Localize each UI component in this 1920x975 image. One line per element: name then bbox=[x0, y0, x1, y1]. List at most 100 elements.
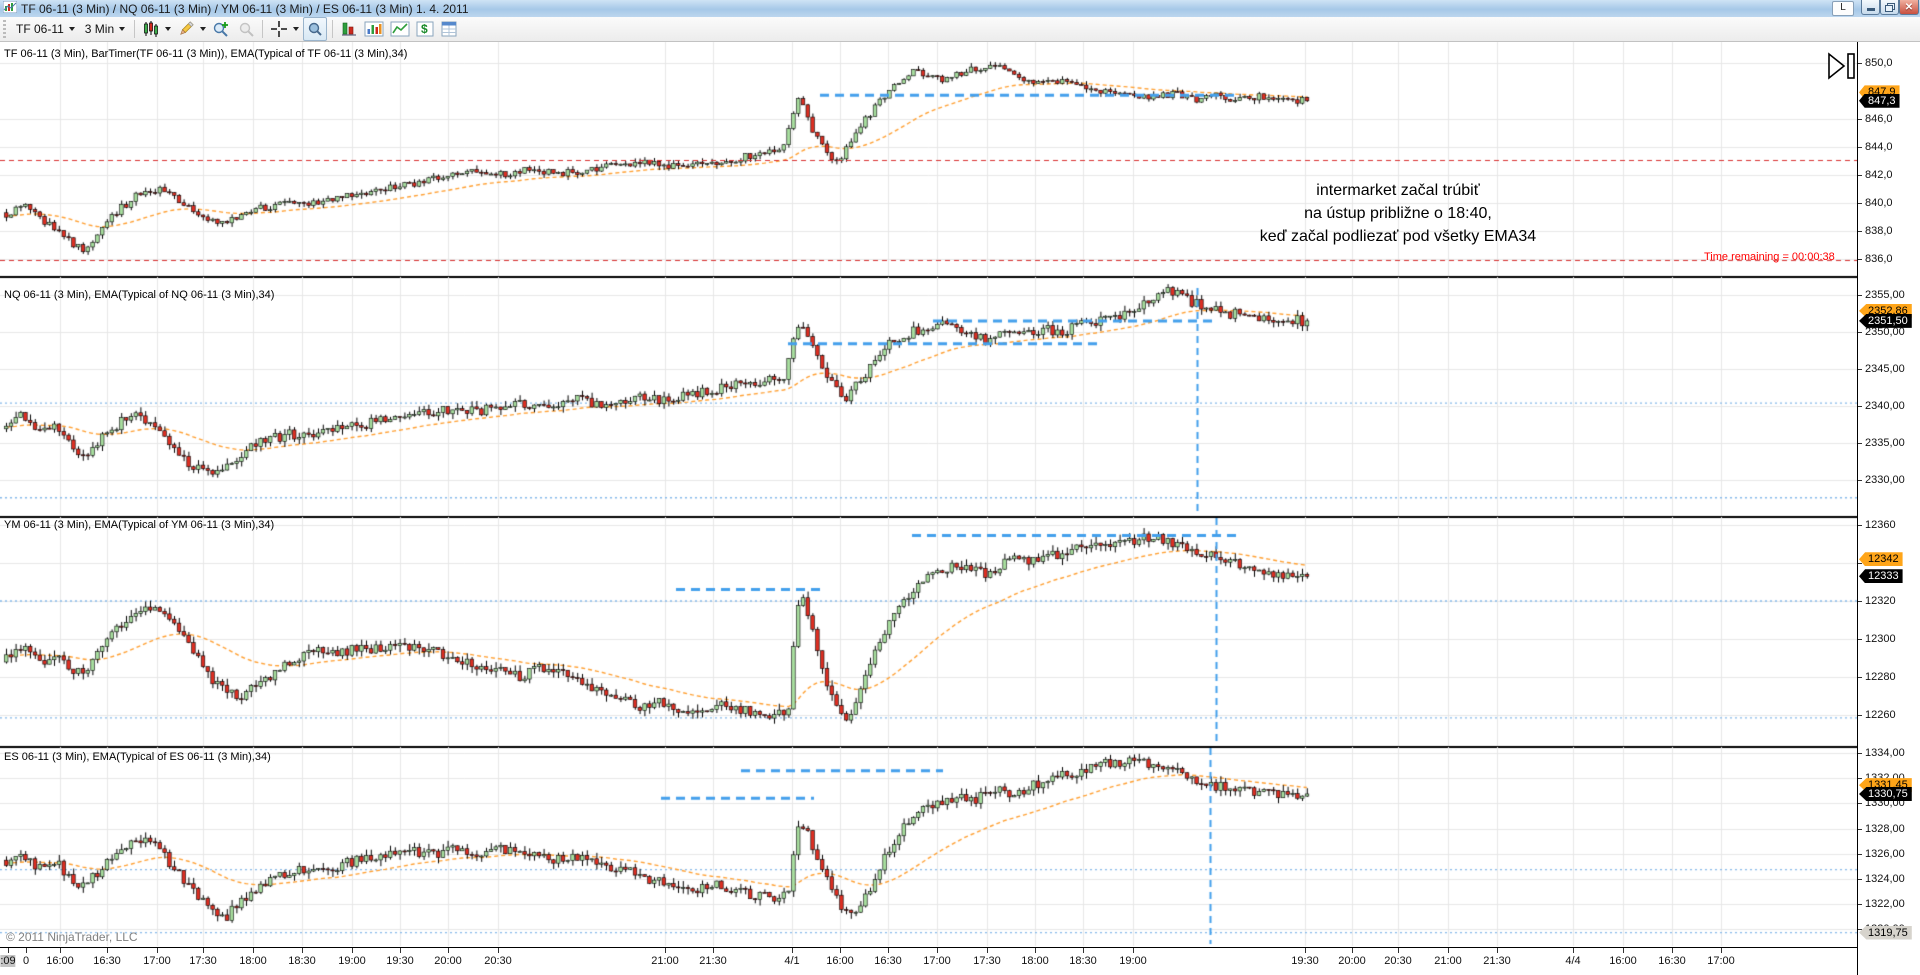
pencil-icon bbox=[180, 21, 194, 35]
instrument-label: TF 06-11 bbox=[16, 22, 64, 36]
time-tick-label: 16:00 bbox=[1609, 955, 1637, 967]
axis-tick bbox=[1858, 63, 1862, 64]
time-axis[interactable]: :09 0 16:00 16:30 17:00 17:30 18:00 18:30 19:00 1… bbox=[0, 947, 1857, 975]
axis-tick-label: 12260 bbox=[1865, 709, 1896, 721]
axis-tick bbox=[1858, 879, 1862, 880]
axis-tick bbox=[1858, 778, 1862, 780]
time-tick-label: 19:00 bbox=[338, 955, 366, 967]
chart-bars-button[interactable] bbox=[362, 18, 386, 40]
time-tick bbox=[1672, 948, 1673, 953]
axis-tick-label: 1322,00 bbox=[1865, 898, 1905, 911]
chart-style-button[interactable] bbox=[140, 18, 173, 40]
axis-tick bbox=[1858, 203, 1862, 204]
time-tick-label: 18:00 bbox=[239, 955, 267, 967]
time-tick-label: 19:00 bbox=[1119, 955, 1147, 967]
time-tick-label: 20:00 bbox=[1338, 955, 1366, 967]
time-tick bbox=[1083, 948, 1084, 953]
annotation-line: keď začal podliezať pod všetky EMA34 bbox=[1259, 228, 1537, 245]
chart-canvas[interactable] bbox=[0, 41, 1857, 947]
chart-text-annotation[interactable]: intermarket začal trúbiť na ústup pribli… bbox=[1165, 179, 1631, 248]
axis-tick-label: 840,0 bbox=[1865, 197, 1893, 209]
line-chart-icon bbox=[390, 21, 410, 37]
account-data-button[interactable]: $ bbox=[414, 18, 436, 40]
chart-toolbar: TF 06-11 3 Min $ bbox=[0, 17, 1920, 42]
time-tick-label: 17:00 bbox=[1707, 955, 1735, 967]
chart-bars-icon bbox=[364, 21, 384, 37]
time-tick-label: 20:30 bbox=[484, 955, 512, 967]
crosshair-button[interactable] bbox=[268, 18, 301, 40]
panel-label-es: ES 06-11 (3 Min), EMA(Typical of ES 06-1… bbox=[4, 751, 271, 763]
time-tick bbox=[1352, 948, 1353, 953]
axis-tick bbox=[1858, 601, 1862, 602]
price-tag-black: 2351,50 bbox=[1859, 313, 1912, 328]
annotation-line: na ústup približne o 18:40, bbox=[1304, 205, 1492, 222]
time-tick bbox=[1623, 948, 1624, 953]
price-tag-black: 1330,75 bbox=[1859, 786, 1912, 801]
drawing-tools-button[interactable] bbox=[175, 18, 208, 40]
axis-tick bbox=[1858, 753, 1862, 754]
chevron-down-icon bbox=[200, 27, 207, 31]
annotation-line: intermarket začal trúbiť bbox=[1316, 182, 1480, 199]
window-titlebar[interactable]: TF 06-11 (3 Min) / NQ 06-11 (3 Min) / YM… bbox=[0, 0, 1920, 18]
axis-tick bbox=[1858, 904, 1862, 906]
axis-tick bbox=[1858, 715, 1862, 716]
ninjatrader-chart-window: TF 06-11 (3 Min) / NQ 06-11 (3 Min) / YM… bbox=[0, 0, 1920, 975]
time-tick bbox=[1398, 948, 1399, 953]
bar-analysis-button[interactable] bbox=[338, 18, 360, 40]
axis-tick-label: 2345,00 bbox=[1865, 363, 1905, 375]
time-tick bbox=[253, 948, 254, 953]
magnifier-button[interactable] bbox=[303, 17, 328, 41]
toolbar-grip[interactable] bbox=[3, 20, 6, 38]
candlestick-style-icon bbox=[144, 21, 158, 37]
time-tick bbox=[665, 948, 666, 953]
step-forward-icon[interactable] bbox=[1822, 49, 1860, 90]
time-tick bbox=[987, 948, 988, 953]
axis-tick bbox=[1858, 295, 1862, 296]
close-button[interactable]: ✕ bbox=[1899, 0, 1919, 15]
price-tag-orange: 12342 bbox=[1859, 552, 1903, 567]
time-tick bbox=[1573, 948, 1574, 953]
axis-tick bbox=[1858, 369, 1862, 370]
l-button[interactable]: L bbox=[1832, 1, 1854, 16]
time-tick-label: 21:30 bbox=[699, 955, 727, 967]
time-tick bbox=[203, 948, 204, 953]
time-tick-label: 17:00 bbox=[143, 955, 171, 967]
bar-timer-text: Time remaining = 00:00:38 bbox=[1704, 251, 1835, 263]
instrument-dropdown[interactable]: TF 06-11 bbox=[11, 19, 80, 39]
zoom-out-button[interactable] bbox=[235, 18, 257, 40]
axis-tick-label: 12320 bbox=[1865, 595, 1896, 607]
time-tick bbox=[713, 948, 714, 953]
axis-tick-label: 1324,00 bbox=[1865, 873, 1905, 885]
panel-label-nq: NQ 06-11 (3 Min), EMA(Typical of NQ 06-1… bbox=[4, 289, 275, 301]
panel-label-ym: YM 06-11 (3 Min), EMA(Typical of YM 06-1… bbox=[4, 519, 275, 531]
time-tick bbox=[1305, 948, 1306, 953]
chevron-down-icon bbox=[119, 27, 126, 31]
time-tick-label: :09 bbox=[0, 955, 16, 967]
axis-tick-label: 12300 bbox=[1865, 633, 1896, 645]
axis-tick-label: 850,0 bbox=[1865, 57, 1893, 69]
dollar-icon: $ bbox=[416, 21, 434, 37]
data-panel-button[interactable] bbox=[438, 18, 460, 40]
time-tick bbox=[1497, 948, 1498, 953]
minimize-button[interactable] bbox=[1861, 0, 1880, 15]
time-tick-label: 17:00 bbox=[923, 955, 951, 967]
axis-tick-label: 2335,00 bbox=[1865, 437, 1905, 449]
interval-label: 3 Min bbox=[84, 22, 115, 36]
price-tag-black: 12333 bbox=[1859, 569, 1903, 584]
price-axis[interactable]: 850,0 846,0 844,0 842,0 840,0 838,0 836,0 847,9… bbox=[1857, 41, 1920, 975]
restore-button[interactable] bbox=[1880, 0, 1899, 15]
axis-tick-label: 838,0 bbox=[1865, 225, 1893, 237]
bar-analysis-icon bbox=[342, 22, 357, 36]
zoom-in-button[interactable] bbox=[210, 18, 233, 40]
chevron-down-icon bbox=[165, 27, 172, 31]
interval-dropdown[interactable]: 3 Min bbox=[80, 19, 130, 39]
axis-tick bbox=[1858, 231, 1862, 232]
axis-tick bbox=[1858, 175, 1862, 176]
axis-tick-label: 1326,00 bbox=[1865, 847, 1905, 860]
time-tick bbox=[157, 948, 158, 953]
line-chart-button[interactable] bbox=[388, 18, 412, 40]
axis-tick bbox=[1858, 119, 1862, 120]
restore-icon bbox=[1885, 3, 1895, 12]
axis-tick bbox=[1858, 259, 1862, 260]
time-tick-label: 16:30 bbox=[874, 955, 902, 967]
